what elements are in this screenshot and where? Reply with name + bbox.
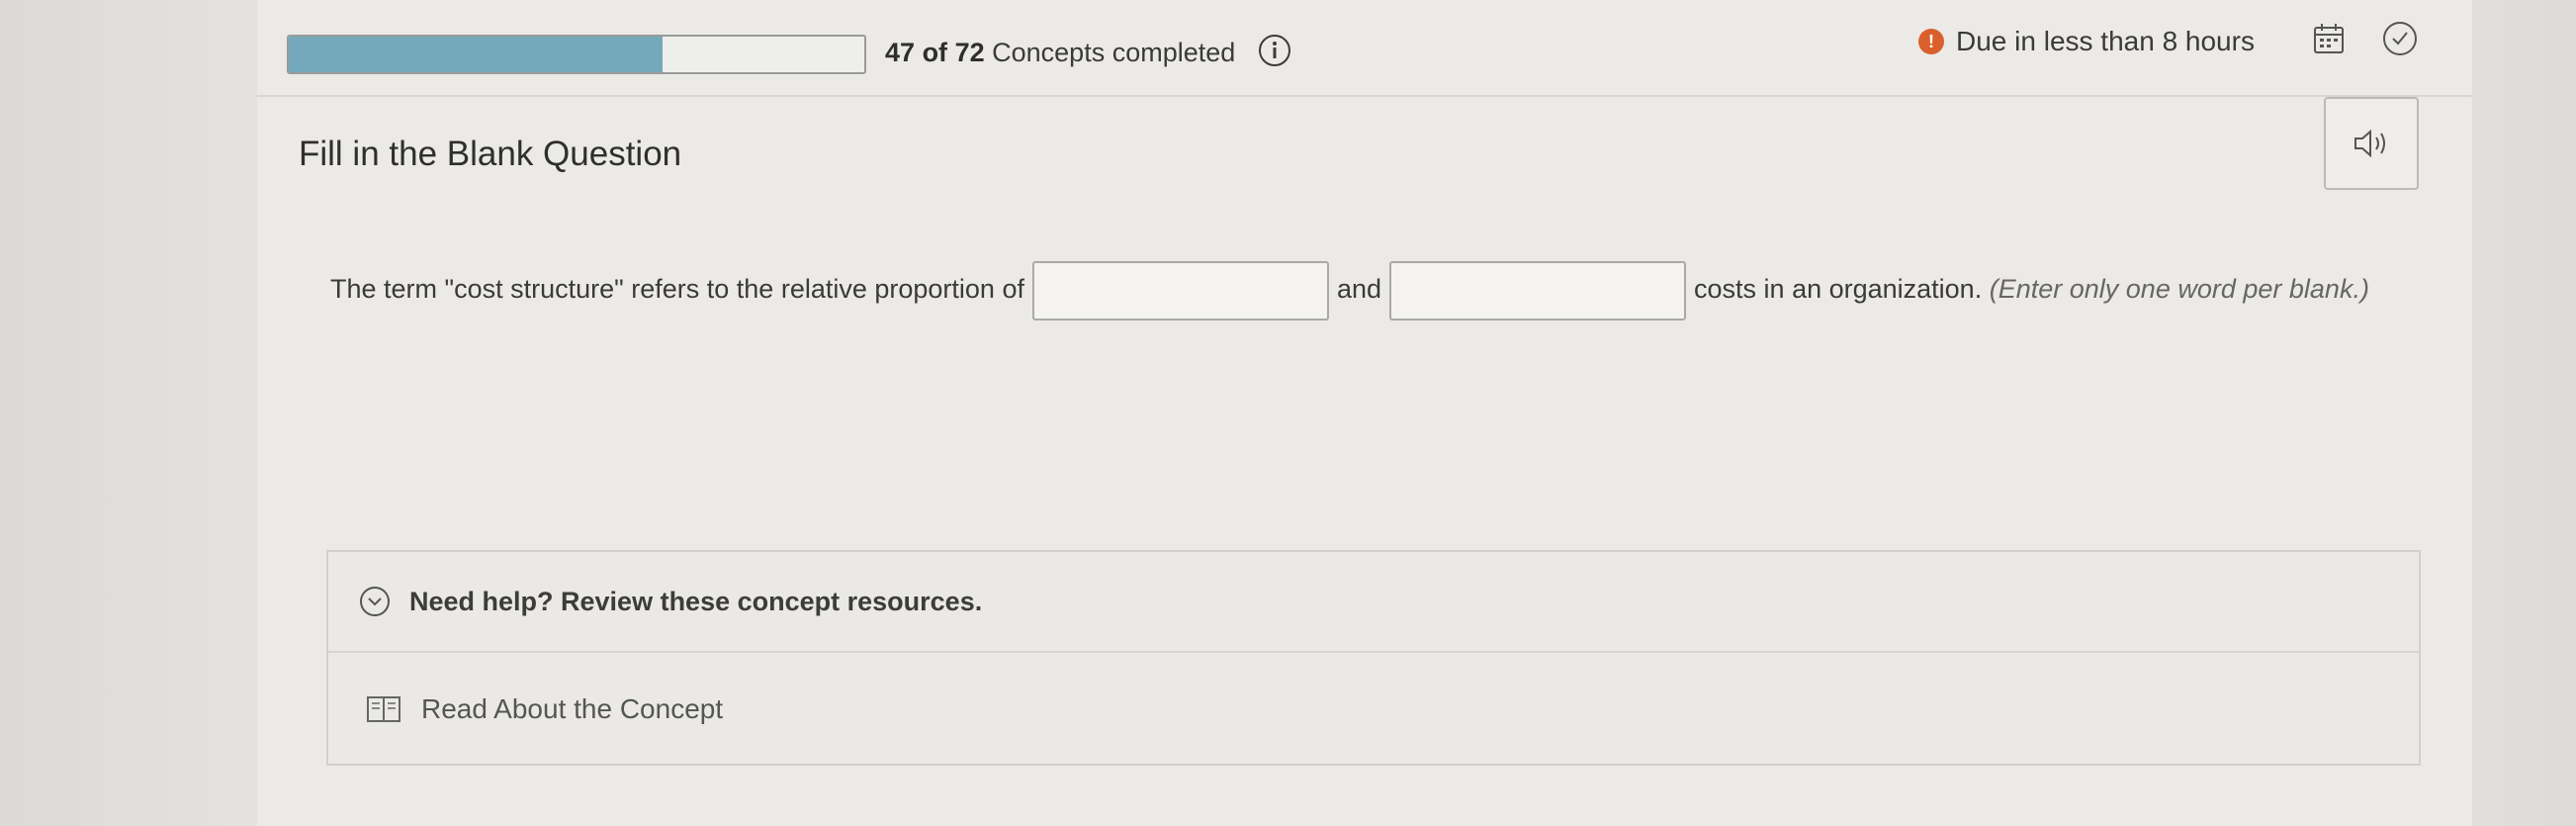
question-instruction: (Enter only one word per blank.) xyxy=(1989,274,2369,304)
speaker-icon xyxy=(2354,129,2385,158)
blank-input-2[interactable] xyxy=(1389,260,1687,321)
progress-header: 47 of 72 Concepts completed ! Due in les… xyxy=(257,0,2472,97)
read-about-concept-label: Read About the Concept xyxy=(421,693,724,724)
due-date: ! Due in less than 8 hours xyxy=(1918,24,2255,59)
read-about-concept-link[interactable]: Read About the Concept xyxy=(328,653,2419,766)
concepts-total-count: 72 xyxy=(954,38,985,67)
progress-label: Concepts completed xyxy=(992,38,1236,67)
read-aloud-button[interactable] xyxy=(2324,97,2419,190)
info-icon[interactable] xyxy=(1258,34,1291,67)
concept-resources-panel: Need help? Review these concept resource… xyxy=(326,550,2421,766)
book-icon xyxy=(367,696,400,722)
question-text-before: The term "cost structure" refers to the … xyxy=(330,274,1024,304)
calendar-icon[interactable] xyxy=(2312,22,2346,55)
blank-input-1[interactable] xyxy=(1031,260,1329,321)
question-title: Fill in the Blank Question xyxy=(299,135,682,173)
need-help-label: Need help? Review these concept resource… xyxy=(409,586,983,616)
progress-text: 47 of 72 Concepts completed xyxy=(885,36,1235,69)
due-text: Due in less than 8 hours xyxy=(1956,26,2255,56)
question-text-after: costs in an organization. xyxy=(1694,274,1983,304)
alert-icon: ! xyxy=(1918,29,1944,54)
progress-bar-fill xyxy=(289,37,664,72)
question-text-between: and xyxy=(1336,274,1382,304)
chevron-down-icon xyxy=(360,587,390,616)
check-circle-icon[interactable] xyxy=(2381,20,2419,57)
progress-bar xyxy=(287,35,866,74)
question-body: The term "cost structure" refers to the … xyxy=(330,259,2397,321)
screen: 47 of 72 Concepts completed ! Due in les… xyxy=(0,0,2576,826)
concepts-completed-count: 47 xyxy=(885,38,916,67)
progress-of-word: of xyxy=(922,38,948,67)
assignment-page: 47 of 72 Concepts completed ! Due in les… xyxy=(257,0,2472,826)
need-help-toggle[interactable]: Need help? Review these concept resource… xyxy=(328,552,2419,653)
